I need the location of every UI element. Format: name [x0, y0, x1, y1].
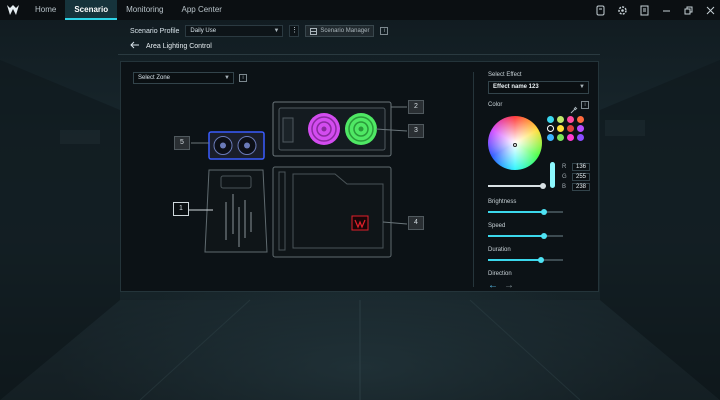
pc-zone-diagram	[189, 101, 408, 258]
brightness-slider[interactable]	[488, 209, 563, 215]
scenario-profile-bar: Scenario Profile Daily Use ▼ ⋮ Scenario …	[130, 24, 389, 38]
scenario-profile-label: Scenario Profile	[130, 27, 180, 35]
tab-app-center[interactable]: App Center	[173, 0, 231, 20]
zone-callout-3[interactable]: 3	[408, 124, 424, 138]
tab-scenario[interactable]: Scenario	[65, 0, 118, 20]
color-swatch[interactable]	[557, 134, 564, 141]
color-swatch[interactable]	[557, 125, 564, 132]
color-swatch[interactable]	[547, 125, 554, 132]
color-swatch[interactable]	[547, 116, 554, 123]
duration-label: Duration	[488, 247, 511, 253]
color-swatch[interactable]	[577, 116, 584, 123]
zone-callout-4[interactable]: 4	[408, 216, 424, 230]
minimize-icon[interactable]	[660, 4, 672, 16]
speed-fill	[488, 235, 544, 237]
direction-controls: ← →	[488, 280, 514, 291]
predator-logo-icon	[0, 0, 26, 20]
top-nav-bar: Home Scenario Monitoring App Center	[0, 0, 720, 20]
scenario-manager-button[interactable]: Scenario Manager	[305, 25, 375, 37]
help-icon[interactable]: i	[380, 27, 389, 35]
color-wheel-handle[interactable]	[513, 143, 517, 147]
device-icon[interactable]	[594, 4, 606, 16]
tab-monitoring[interactable]: Monitoring	[117, 0, 172, 20]
tab-home[interactable]: Home	[26, 0, 65, 20]
arrow-left-icon[interactable]: ←	[488, 280, 498, 291]
speed-knob[interactable]	[540, 233, 547, 239]
menu-panel-icon[interactable]	[638, 4, 650, 16]
color-swatch[interactable]	[577, 134, 584, 141]
chevron-down-icon: ▼	[579, 84, 585, 90]
scenario-profile-value: Daily Use	[190, 28, 217, 34]
color-value-slider[interactable]	[550, 162, 555, 188]
rgb-values: R 136 G 255 B 238	[562, 162, 590, 192]
color-wheel[interactable]	[488, 116, 542, 170]
arrow-right-icon[interactable]: →	[504, 280, 514, 291]
back-arrow-icon[interactable]	[130, 41, 140, 51]
b-label: B	[562, 184, 567, 190]
effect-select[interactable]: Effect name 123 ▼	[488, 81, 589, 94]
scenario-manager-label: Scenario Manager	[320, 28, 370, 34]
breadcrumb: Area Lighting Control	[130, 40, 212, 52]
b-input[interactable]: 238	[572, 183, 590, 191]
r-input[interactable]: 136	[572, 163, 590, 171]
page-title: Area Lighting Control	[146, 42, 212, 50]
zone-callout-2[interactable]: 2	[408, 100, 424, 114]
g-label: G	[562, 174, 567, 180]
brightness-fill	[488, 211, 544, 213]
zone-callout-1[interactable]: 1	[173, 202, 189, 216]
select-effect-label: Select Effect	[488, 72, 522, 78]
color-swatch[interactable]	[557, 116, 564, 123]
brightness-knob[interactable]	[540, 209, 547, 215]
effect-settings-panel: Select Effect Effect name 123 ▼ Color i …	[473, 72, 595, 291]
white-level-knob[interactable]	[540, 183, 546, 189]
direction-label: Direction	[488, 271, 512, 277]
r-label: R	[562, 164, 567, 170]
more-options-icon[interactable]: ⋮	[289, 25, 300, 37]
speed-label: Speed	[488, 223, 506, 229]
color-swatch[interactable]	[567, 116, 574, 123]
manager-grid-icon	[310, 27, 318, 35]
duration-slider[interactable]	[488, 257, 563, 263]
speed-slider[interactable]	[488, 233, 563, 239]
color-swatch[interactable]	[567, 134, 574, 141]
chevron-down-icon: ▼	[273, 28, 280, 34]
restore-icon[interactable]	[682, 4, 694, 16]
g-input[interactable]: 255	[572, 173, 590, 181]
color-swatch[interactable]	[547, 134, 554, 141]
close-icon[interactable]	[704, 4, 716, 16]
lighting-control-panel: Select Zone ▼ i 2 3 4 5 1 Select Effect …	[120, 61, 599, 292]
color-swatch-grid	[547, 116, 587, 141]
duration-fill	[488, 259, 542, 261]
color-swatch[interactable]	[577, 125, 584, 132]
zone-callout-5[interactable]: 5	[174, 136, 190, 150]
case-top-fan-unit[interactable]	[272, 101, 392, 157]
effect-select-value: Effect name 123	[493, 84, 539, 90]
color-help-icon[interactable]: i	[581, 101, 589, 109]
white-level-slider[interactable]	[488, 183, 546, 189]
duration-knob[interactable]	[538, 257, 545, 263]
header-divider	[118, 54, 600, 55]
color-label: Color	[488, 102, 503, 108]
gpu-card-zone-5[interactable]	[208, 131, 265, 160]
brightness-label: Brightness	[488, 199, 517, 205]
case-side-panel-zone-4[interactable]	[272, 166, 392, 258]
case-front-panel-zone-1[interactable]	[204, 169, 268, 253]
color-swatch[interactable]	[567, 125, 574, 132]
scenario-profile-select[interactable]: Daily Use ▼	[185, 25, 284, 37]
settings-gear-icon[interactable]	[616, 4, 628, 16]
